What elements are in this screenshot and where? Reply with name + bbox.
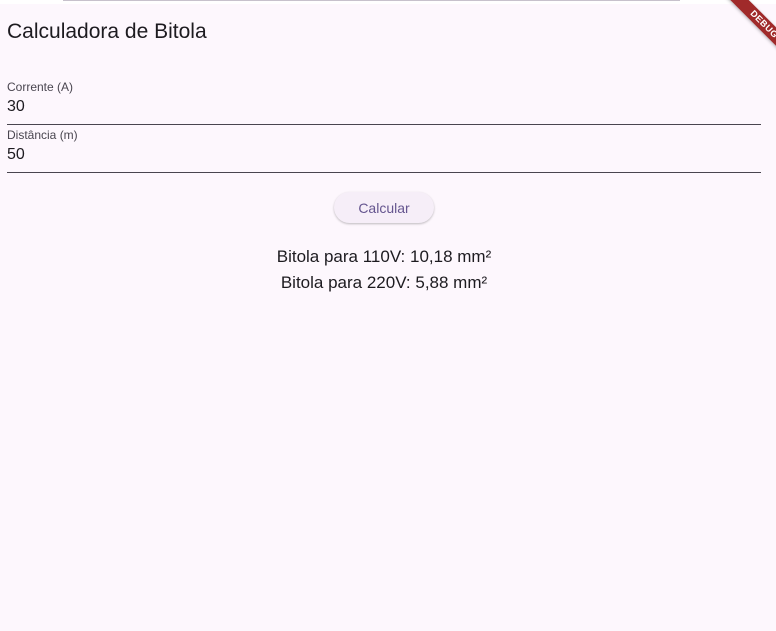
distance-field-label: Distância (m) xyxy=(7,128,78,142)
current-field-value[interactable]: 30 xyxy=(7,98,25,116)
result-110v: Bitola para 110V: 10,18 mm² xyxy=(276,247,492,266)
distance-field-value[interactable]: 50 xyxy=(7,146,25,164)
app-body: Calculadora de Bitola Corrente (A) 30 Di… xyxy=(0,4,776,631)
page-title: Calculadora de Bitola xyxy=(7,20,207,43)
distance-field[interactable]: Distância (m) 50 xyxy=(7,128,761,173)
current-field-label: Corrente (A) xyxy=(7,80,74,94)
calculate-button[interactable]: Calcular xyxy=(334,192,434,223)
current-field[interactable]: Corrente (A) 30 xyxy=(7,80,761,125)
result-220v: Bitola para 220V: 5,88 mm² xyxy=(280,273,488,292)
top-divider xyxy=(63,0,680,1)
